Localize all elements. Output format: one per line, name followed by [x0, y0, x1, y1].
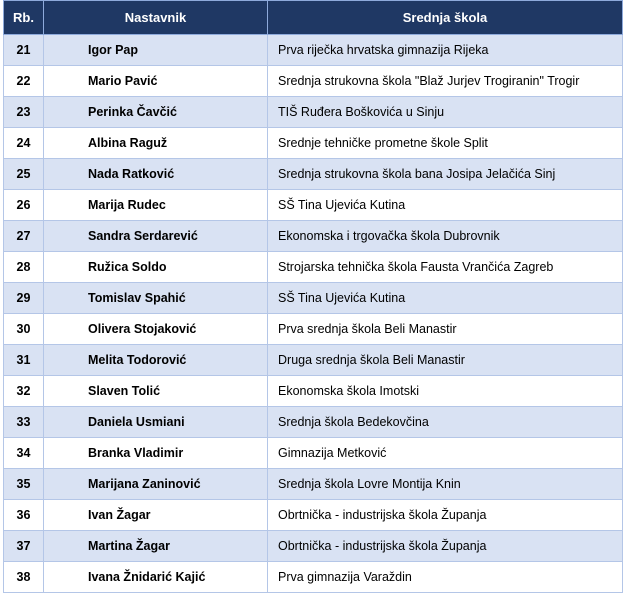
table-header: Rb. Nastavnik Srednja škola: [3, 0, 623, 35]
row-number: 28: [3, 251, 44, 283]
row-number: 26: [3, 189, 44, 221]
teacher-name: Tomislav Spahić: [43, 282, 268, 314]
row-number: 30: [3, 313, 44, 345]
teacher-name: Marijana Zaninović: [43, 468, 268, 500]
row-number: 27: [3, 220, 44, 252]
teacher-name: Igor Pap: [43, 34, 268, 66]
table-row: 26 Marija Rudec SŠ Tina Ujevića Kutina: [3, 189, 623, 221]
teacher-name: Ivana Žnidarić Kajić: [43, 561, 268, 593]
school-name: Obrtnička - industrijska škola Županja: [267, 499, 623, 531]
row-number: 29: [3, 282, 44, 314]
school-name: SŠ Tina Ujevića Kutina: [267, 282, 623, 314]
school-name: Strojarska tehnička škola Fausta Vrančić…: [267, 251, 623, 283]
teacher-name: Ivan Žagar: [43, 499, 268, 531]
teacher-name: Slaven Tolić: [43, 375, 268, 407]
school-name: Druga srednja škola Beli Manastir: [267, 344, 623, 376]
table-row: 23 Perinka Čavčić TIŠ Ruđera Boškovića u S…: [3, 96, 623, 128]
table-row: 34 Branka Vladimir Gimnazija Metković: [3, 437, 623, 469]
row-number: 25: [3, 158, 44, 190]
teacher-name: Nada Ratković: [43, 158, 268, 190]
teachers-table: Rb. Nastavnik Srednja škola 21 Igor Pap Pr…: [3, 0, 623, 593]
table-row: 29 Tomislav Spahić SŠ Tina Ujevića Kutina: [3, 282, 623, 314]
table-row: 38 Ivana Žnidarić Kajić Prva gimnazija Var…: [3, 561, 623, 593]
table-row: 30 Olivera Stojaković Prva srednja škola B…: [3, 313, 623, 345]
teacher-name: Martina Žagar: [43, 530, 268, 562]
table-row: 36 Ivan Žagar Obrtnička - industrijska ško…: [3, 499, 623, 531]
table-row: 24 Albina Raguž Srednje tehničke prometne …: [3, 127, 623, 159]
teacher-name: Perinka Čavčić: [43, 96, 268, 128]
school-name: Ekonomska i trgovačka škola Dubrovnik: [267, 220, 623, 252]
teacher-name: Branka Vladimir: [43, 437, 268, 469]
row-number: 37: [3, 530, 44, 562]
table-row: 21 Igor Pap Prva riječka hrvatska gimnazij…: [3, 34, 623, 66]
table-row: 33 Daniela Usmiani Srednja škola Bedekovči…: [3, 406, 623, 438]
row-number: 24: [3, 127, 44, 159]
table-row: 31 Melita Todorović Druga srednja škola Be…: [3, 344, 623, 376]
school-name: Srednja strukovna škola bana Josipa Jela…: [267, 158, 623, 190]
school-name: Prva srednja škola Beli Manastir: [267, 313, 623, 345]
table-row: 32 Slaven Tolić Ekonomska škola Imotski: [3, 375, 623, 407]
school-name: TIŠ Ruđera Boškovića u Sinju: [267, 96, 623, 128]
teacher-name: Mario Pavić: [43, 65, 268, 97]
table-row: 37 Martina Žagar Obrtnička - industrijska …: [3, 530, 623, 562]
row-number: 23: [3, 96, 44, 128]
school-name: SŠ Tina Ujevića Kutina: [267, 189, 623, 221]
school-name: Srednja škola Lovre Montija Knin: [267, 468, 623, 500]
row-number: 22: [3, 65, 44, 97]
school-name: Prva gimnazija Varaždin: [267, 561, 623, 593]
row-number: 36: [3, 499, 44, 531]
table-row: 35 Marijana Zaninović Srednja škola Lovre …: [3, 468, 623, 500]
teacher-name: Sandra Serdarević: [43, 220, 268, 252]
table-row: 27 Sandra Serdarević Ekonomska i trgovačka…: [3, 220, 623, 252]
table-body: 21 Igor Pap Prva riječka hrvatska gimnazij…: [3, 34, 623, 593]
school-name: Ekonomska škola Imotski: [267, 375, 623, 407]
header-srednja-skola: Srednja škola: [267, 0, 623, 35]
school-name: Srednja strukovna škola "Blaž Jurjev Tro…: [267, 65, 623, 97]
header-nastavnik: Nastavnik: [43, 0, 268, 35]
school-name: Srednje tehničke prometne škole Split: [267, 127, 623, 159]
teacher-name: Melita Todorović: [43, 344, 268, 376]
table-row: 28 Ružica Soldo Strojarska tehnička škola …: [3, 251, 623, 283]
teacher-name: Ružica Soldo: [43, 251, 268, 283]
row-number: 35: [3, 468, 44, 500]
header-row: Rb. Nastavnik Srednja škola: [3, 0, 623, 35]
row-number: 31: [3, 344, 44, 376]
teacher-name: Albina Raguž: [43, 127, 268, 159]
header-rb: Rb.: [3, 0, 44, 35]
school-name: Prva riječka hrvatska gimnazija Rijeka: [267, 34, 623, 66]
row-number: 34: [3, 437, 44, 469]
teacher-name: Daniela Usmiani: [43, 406, 268, 438]
teacher-name: Olivera Stojaković: [43, 313, 268, 345]
table-row: 22 Mario Pavić Srednja strukovna škola "Bl…: [3, 65, 623, 97]
school-name: Srednja škola Bedekovčina: [267, 406, 623, 438]
table-row: 25 Nada Ratković Srednja strukovna škola b…: [3, 158, 623, 190]
row-number: 33: [3, 406, 44, 438]
school-name: Gimnazija Metković: [267, 437, 623, 469]
school-name: Obrtnička - industrijska škola Županja: [267, 530, 623, 562]
row-number: 21: [3, 34, 44, 66]
teacher-name: Marija Rudec: [43, 189, 268, 221]
row-number: 38: [3, 561, 44, 593]
row-number: 32: [3, 375, 44, 407]
